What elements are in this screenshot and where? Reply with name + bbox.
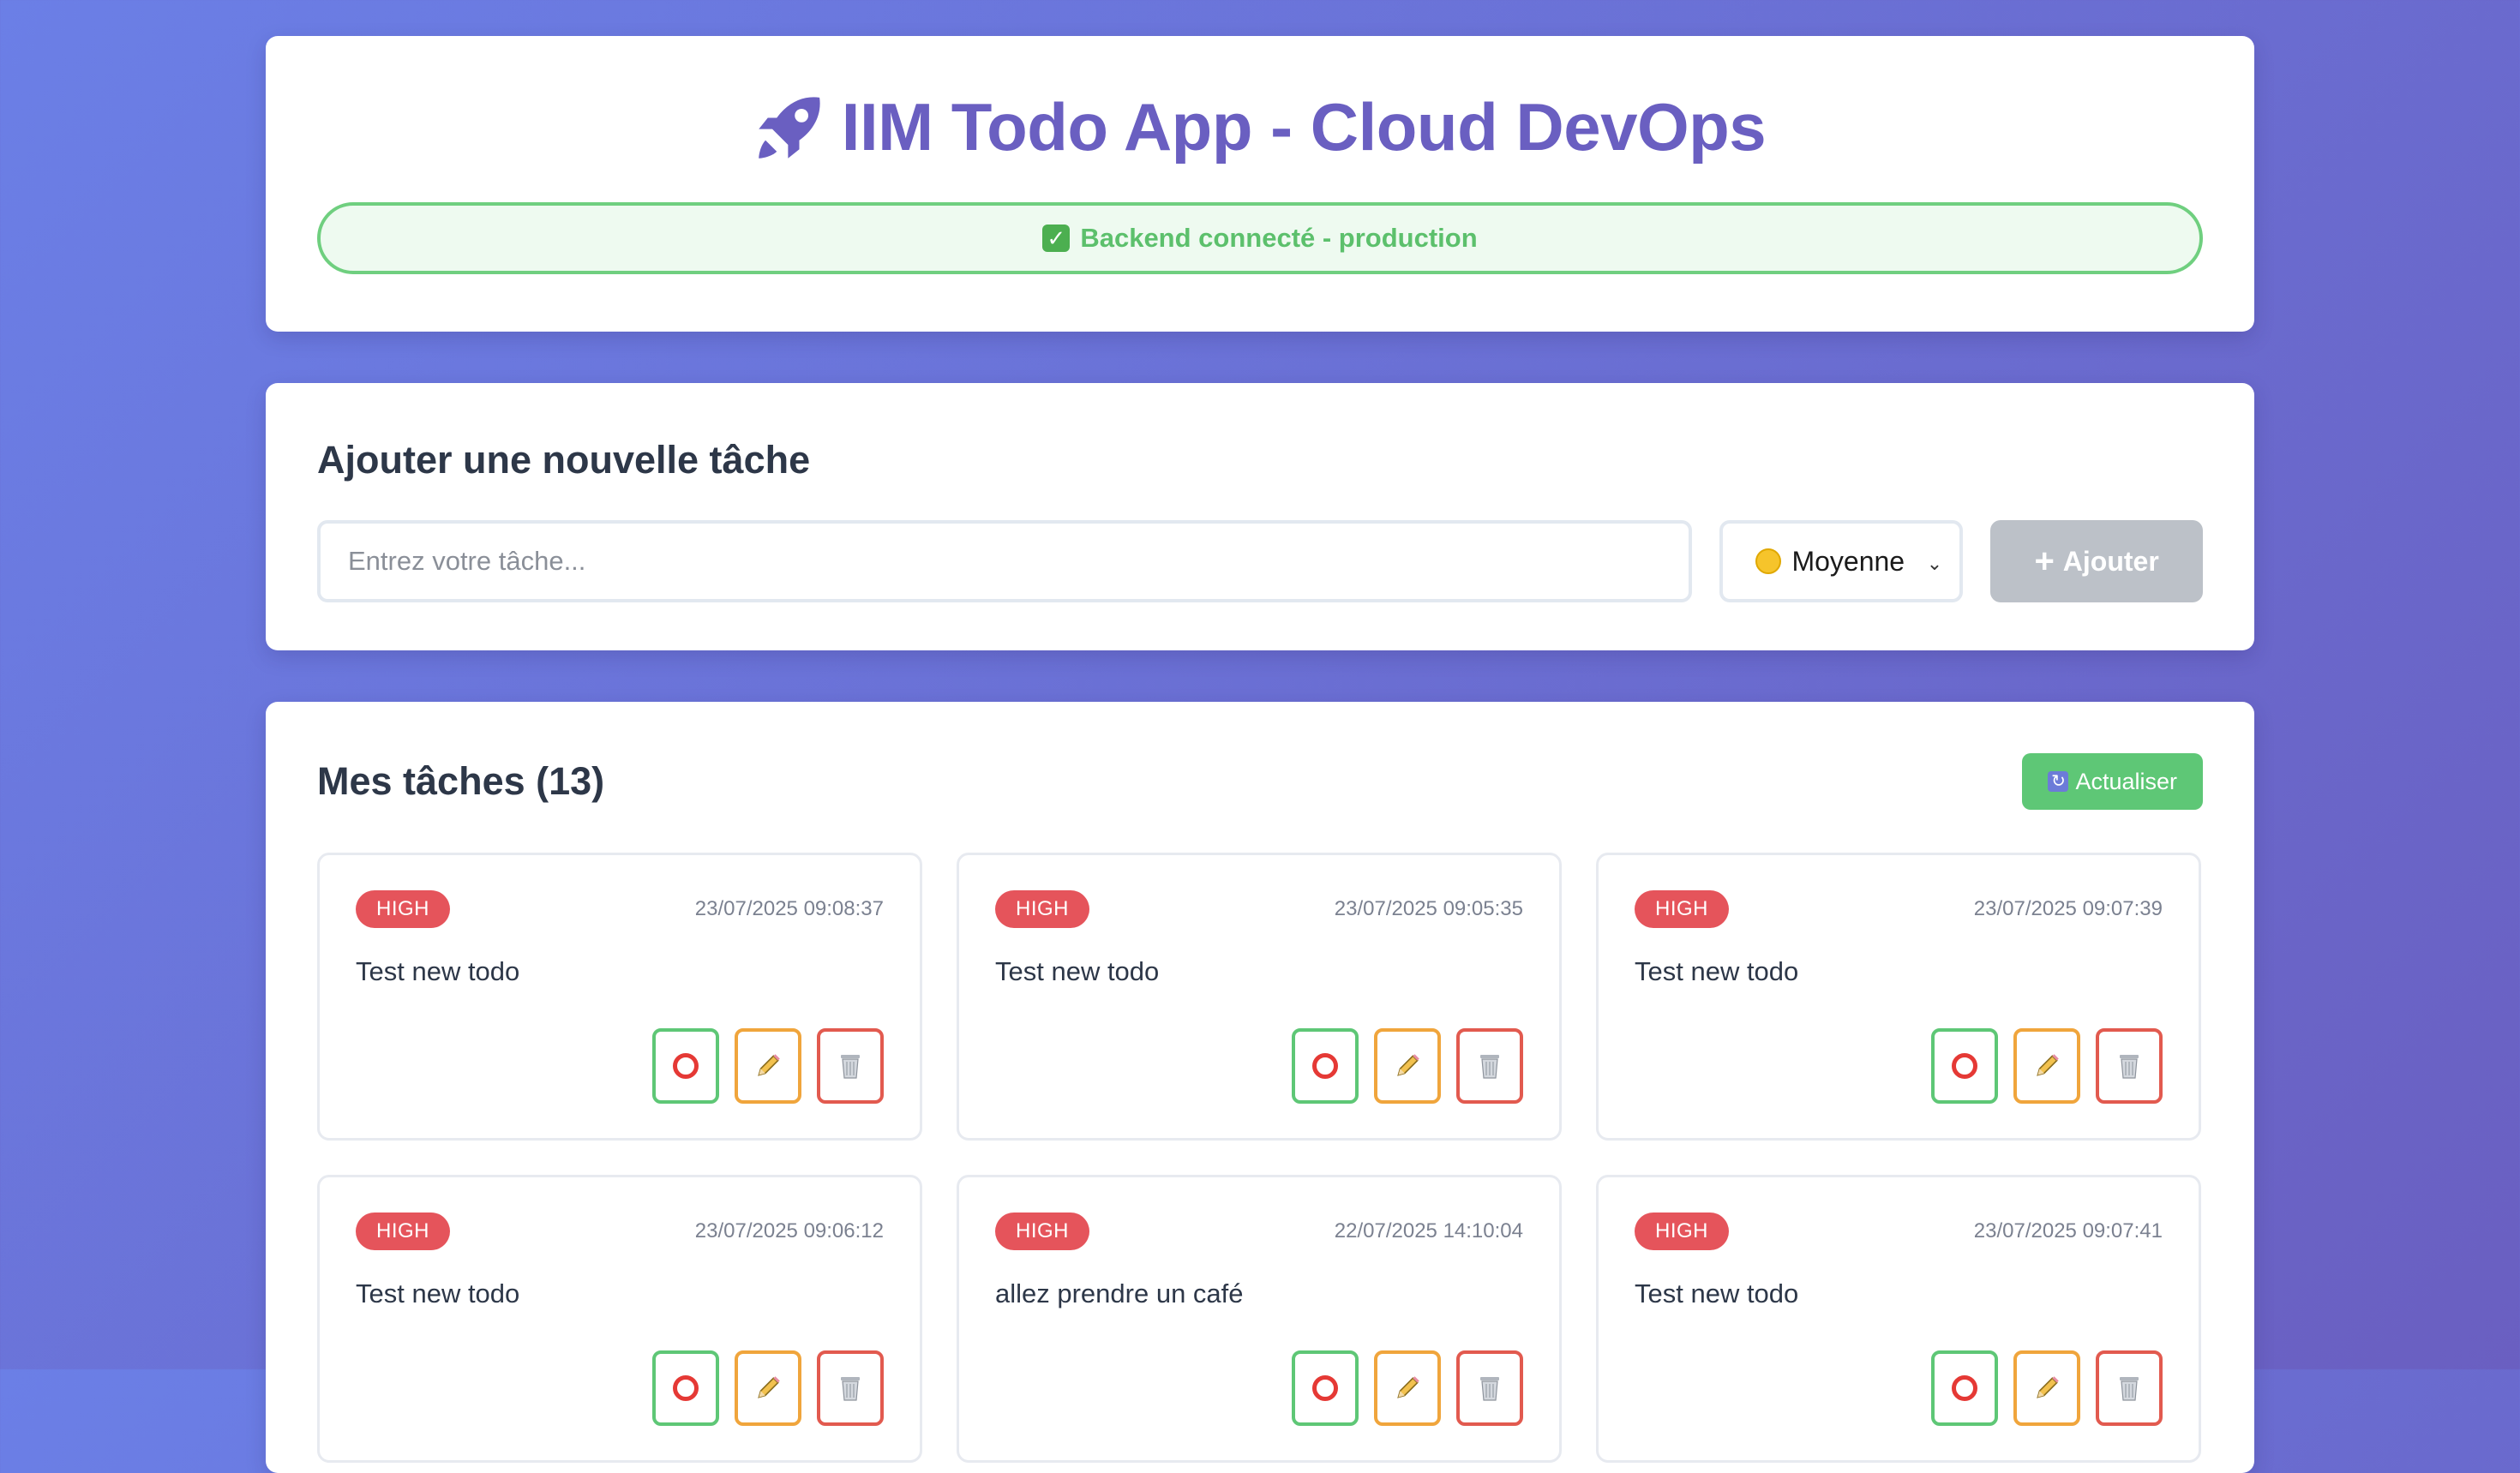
edit-button[interactable] bbox=[2013, 1350, 2080, 1426]
edit-button[interactable] bbox=[2013, 1028, 2080, 1104]
todo-actions bbox=[1931, 1028, 2163, 1104]
todo-text: Test new todo bbox=[356, 956, 520, 986]
trash-icon bbox=[841, 1055, 860, 1079]
delete-button[interactable] bbox=[1456, 1028, 1523, 1104]
tasks-grid: HIGH 23/07/2025 09:08:37 Test new todo H bbox=[317, 853, 2203, 1463]
todo-card: HIGH 23/07/2025 09:06:12 Test new todo bbox=[317, 1175, 922, 1463]
refresh-icon: ↻ bbox=[2048, 771, 2069, 792]
priority-badge: HIGH bbox=[356, 890, 450, 928]
todo-date: 23/07/2025 09:06:12 bbox=[694, 1219, 884, 1242]
add-task-title: Ajouter une nouvelle tâche bbox=[317, 438, 811, 482]
todo-text: Test new todo bbox=[1635, 1278, 1799, 1308]
todo-date: 23/07/2025 09:05:35 bbox=[1334, 897, 1523, 920]
circle-icon bbox=[1312, 1375, 1338, 1401]
circle-icon bbox=[673, 1053, 699, 1079]
todo-text: Test new todo bbox=[995, 956, 1160, 986]
priority-badge: HIGH bbox=[995, 1213, 1089, 1250]
todo-actions bbox=[1292, 1350, 1523, 1426]
priority-badge: HIGH bbox=[356, 1213, 450, 1250]
delete-button[interactable] bbox=[1456, 1350, 1523, 1426]
chevron-down-icon: ⌄ bbox=[1926, 553, 1943, 574]
todo-card: HIGH 23/07/2025 09:08:37 Test new todo bbox=[317, 853, 922, 1141]
priority-select[interactable]: Moyenne ⌄ bbox=[1719, 520, 1964, 602]
add-task-button-label: Ajouter bbox=[2062, 545, 2159, 577]
tasks-header: Mes tâches (13) ↻ Actualiser bbox=[317, 753, 2203, 810]
delete-button[interactable] bbox=[2096, 1350, 2163, 1426]
todo-card: HIGH 23/07/2025 09:07:41 Test new todo bbox=[1596, 1175, 2201, 1463]
delete-button[interactable] bbox=[817, 1350, 884, 1426]
todo-actions bbox=[652, 1028, 884, 1104]
page-title: IIM Todo App - Cloud DevOps bbox=[317, 86, 2203, 168]
task-input[interactable] bbox=[317, 520, 1693, 602]
pencil-icon bbox=[758, 1376, 780, 1398]
todo-actions bbox=[1931, 1350, 2163, 1426]
yellow-circle-icon bbox=[1755, 548, 1782, 574]
toggle-complete-button[interactable] bbox=[652, 1350, 719, 1426]
trash-icon bbox=[1480, 1377, 1499, 1401]
plus-icon: + bbox=[2034, 542, 2055, 580]
trash-icon bbox=[841, 1377, 860, 1401]
trash-icon bbox=[2120, 1377, 2139, 1401]
pencil-icon bbox=[758, 1054, 780, 1076]
circle-icon bbox=[1952, 1053, 1977, 1079]
todo-actions bbox=[652, 1350, 884, 1426]
edit-button[interactable] bbox=[735, 1028, 801, 1104]
edit-button[interactable] bbox=[1374, 1350, 1441, 1426]
refresh-button[interactable]: ↻ Actualiser bbox=[2022, 753, 2203, 810]
backend-status-banner: ✓ Backend connecté - production bbox=[317, 202, 2203, 274]
circle-icon bbox=[1312, 1053, 1338, 1079]
todo-text: allez prendre un café bbox=[995, 1278, 1244, 1308]
priority-badge: HIGH bbox=[995, 890, 1089, 928]
tasks-title: Mes tâches (13) bbox=[317, 759, 605, 803]
trash-icon bbox=[2120, 1055, 2139, 1079]
toggle-complete-button[interactable] bbox=[1292, 1028, 1359, 1104]
circle-icon bbox=[1952, 1375, 1977, 1401]
todo-text: Test new todo bbox=[356, 1278, 520, 1308]
circle-icon bbox=[673, 1375, 699, 1401]
rocket-icon bbox=[759, 97, 820, 159]
page-title-text: IIM Todo App - Cloud DevOps bbox=[841, 89, 1767, 165]
refresh-button-label: Actualiser bbox=[2075, 768, 2177, 794]
pencil-icon bbox=[2037, 1376, 2059, 1398]
app-container: IIM Todo App - Cloud DevOps ✓ Backend co… bbox=[266, 36, 2254, 1473]
check-mark-icon: ✓ bbox=[1042, 225, 1071, 252]
toggle-complete-button[interactable] bbox=[1931, 1028, 1998, 1104]
todo-date: 22/07/2025 14:10:04 bbox=[1334, 1219, 1523, 1242]
priority-badge: HIGH bbox=[1635, 1213, 1729, 1250]
priority-badge: HIGH bbox=[1635, 890, 1729, 928]
edit-button[interactable] bbox=[735, 1350, 801, 1426]
pencil-icon bbox=[2037, 1054, 2059, 1076]
todo-date: 23/07/2025 09:08:37 bbox=[694, 897, 884, 920]
todo-date: 23/07/2025 09:07:39 bbox=[1973, 897, 2163, 920]
trash-icon bbox=[1480, 1055, 1499, 1079]
add-task-card: Ajouter une nouvelle tâche Moyenne ⌄ + A… bbox=[266, 383, 2254, 650]
todo-card: HIGH 22/07/2025 14:10:04 allez prendre u… bbox=[957, 1175, 1562, 1463]
todo-card: HIGH 23/07/2025 09:05:35 Test new todo bbox=[957, 853, 1562, 1141]
toggle-complete-button[interactable] bbox=[1931, 1350, 1998, 1426]
add-task-button[interactable]: + Ajouter bbox=[1990, 520, 2203, 602]
todo-text: Test new todo bbox=[1635, 956, 1799, 986]
pencil-icon bbox=[1397, 1376, 1419, 1398]
edit-button[interactable] bbox=[1374, 1028, 1441, 1104]
toggle-complete-button[interactable] bbox=[1292, 1350, 1359, 1426]
delete-button[interactable] bbox=[817, 1028, 884, 1104]
todo-date: 23/07/2025 09:07:41 bbox=[1973, 1219, 2163, 1242]
add-task-form: Moyenne ⌄ + Ajouter bbox=[317, 520, 2203, 602]
tasks-card: Mes tâches (13) ↻ Actualiser HIGH 23/07/… bbox=[266, 702, 2254, 1473]
delete-button[interactable] bbox=[2096, 1028, 2163, 1104]
pencil-icon bbox=[1397, 1054, 1419, 1076]
backend-status-text: Backend connecté - production bbox=[1080, 223, 1478, 253]
toggle-complete-button[interactable] bbox=[652, 1028, 719, 1104]
todo-actions bbox=[1292, 1028, 1523, 1104]
priority-selected-value: Moyenne bbox=[1791, 545, 1905, 577]
header-card: IIM Todo App - Cloud DevOps ✓ Backend co… bbox=[266, 36, 2254, 332]
todo-card: HIGH 23/07/2025 09:07:39 Test new todo bbox=[1596, 853, 2201, 1141]
